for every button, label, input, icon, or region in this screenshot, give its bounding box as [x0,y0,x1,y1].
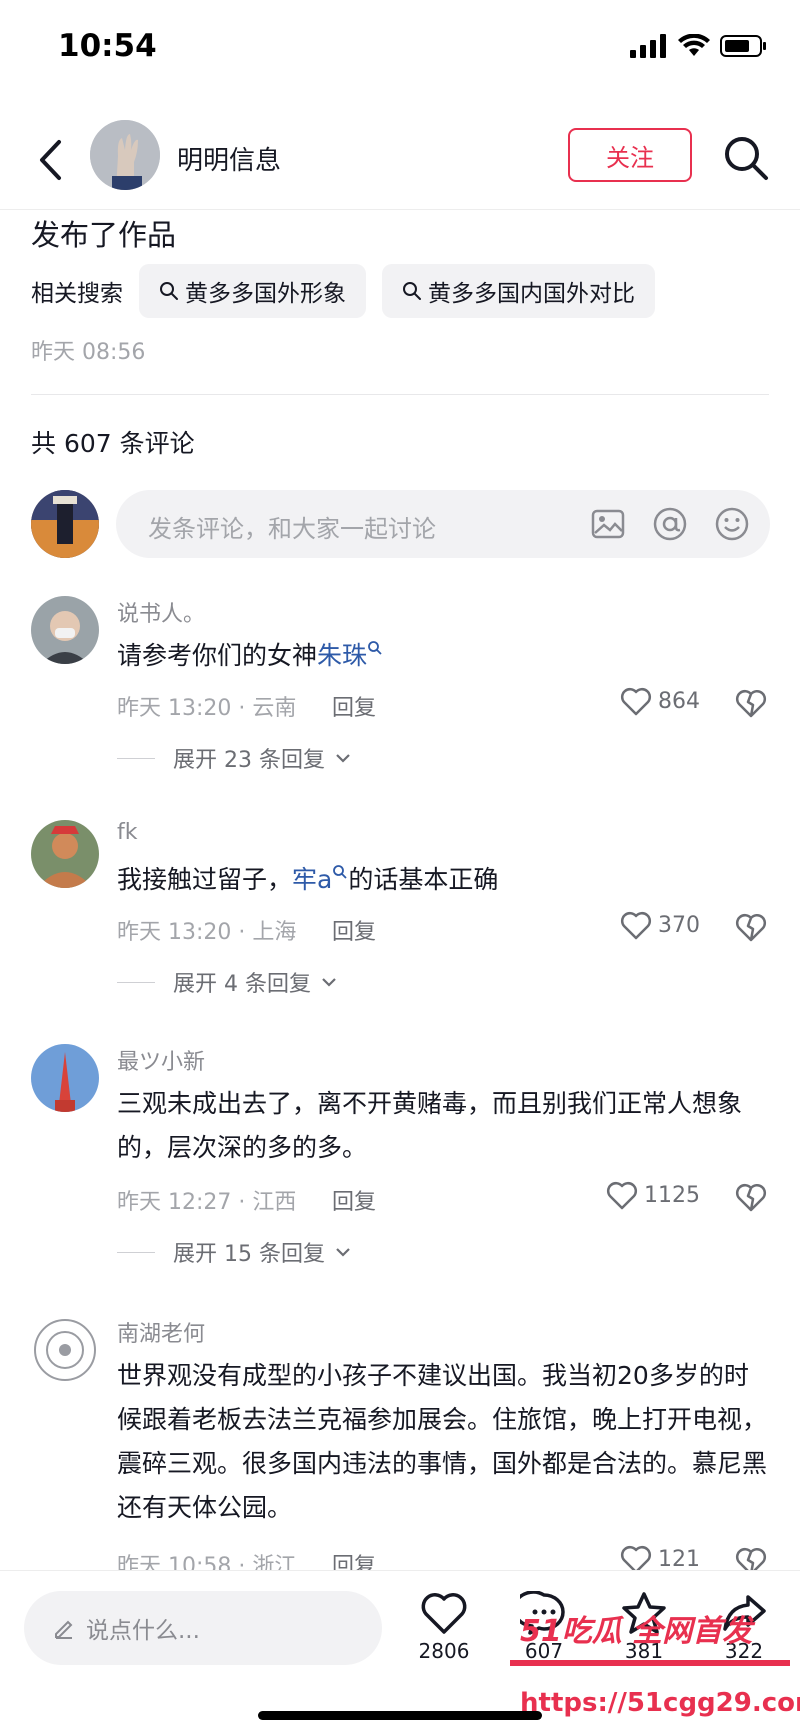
broken-heart-icon[interactable] [734,688,768,720]
reply-button[interactable]: 回复 [332,914,376,946]
broken-heart-icon[interactable] [734,912,768,944]
comment-input-placeholder: 发条评论，和大家一起讨论 [148,515,436,543]
comment-item: fk 我接触过留子，牢a 的话基本正确 昨天 13:20 · 上海 回复 370 … [0,820,800,1020]
comment-meta: 昨天 13:20 · 云南 [117,696,297,721]
pencil-icon [55,1620,73,1639]
commenter-avatar[interactable] [31,1044,99,1112]
like-count: 2806 [418,1639,470,1663]
related-search-chip[interactable]: 黄多多国外形象 [139,264,366,318]
emoji-icon[interactable] [712,504,752,544]
divider [31,394,769,395]
post-text: 发布了作品 [31,218,177,252]
comment-count: 共 607 条评论 [31,429,195,458]
broken-heart-icon[interactable] [734,1546,768,1570]
like-button[interactable]: 2806 [404,1591,484,1663]
say-something-placeholder: 说点什么... [86,1618,200,1644]
search-icon[interactable] [722,134,770,182]
comment-text: 请参考你们的女神朱珠 [117,634,767,678]
watermark-brand: 51吃瓜 全网首发 [520,1614,753,1649]
heart-icon [620,911,652,940]
comment-like-count: 370 [658,912,700,938]
comment-meta: 昨天 12:27 · 江西 [117,1190,297,1215]
expand-replies[interactable]: 展开 15 条回复 [117,1236,351,1268]
author-avatar[interactable] [90,120,160,190]
header: 明明信息 关注 [0,110,800,210]
comment-input[interactable]: 发条评论，和大家一起讨论 [116,490,770,558]
search-icon [403,282,421,300]
comment-search-link[interactable]: 牢a [292,865,332,894]
expand-replies-label: 展开 4 条回复 [173,972,311,997]
heart-icon [606,1181,638,1210]
expand-replies[interactable]: 展开 4 条回复 [117,966,337,998]
commenter-name[interactable]: 说书人。 [117,596,205,628]
say-something-input[interactable]: 说点什么... [24,1591,382,1665]
comment-item: 南湖老何 世界观没有成型的小孩子不建议出国。我当初20多岁的时候跟着老板去法兰克… [0,1316,800,1570]
status-time: 10:54 [58,28,157,64]
author-name[interactable]: 明明信息 [177,140,281,177]
reply-button[interactable]: 回复 [332,1184,376,1216]
comment-like-button[interactable]: 370 [620,910,700,940]
broken-heart-icon[interactable] [734,1182,768,1214]
commenter-name[interactable]: 南湖老何 [117,1316,205,1348]
heart-icon [421,1593,467,1634]
related-search-text: 黄多多国外形象 [185,281,346,307]
watermark-stripe [510,1660,790,1666]
image-icon[interactable] [588,504,628,544]
mention-icon[interactable] [650,504,690,544]
search-icon [368,641,382,655]
comment-like-count: 864 [658,688,700,714]
status-icons [630,34,768,58]
comment-text: 我接触过留子，牢a 的话基本正确 [117,865,499,894]
comment-like-button[interactable]: 121 [620,1544,700,1570]
comment-search-link[interactable]: 朱珠 [317,641,367,670]
commenter-avatar[interactable] [31,596,99,664]
expand-replies-label: 展开 23 条回复 [173,748,325,773]
battery-icon [720,35,766,57]
comment-like-button[interactable]: 1125 [606,1180,700,1210]
expand-replies-label: 展开 15 条回复 [173,1242,325,1267]
comment-like-count: 121 [658,1546,700,1571]
status-bar: 10:54 [0,0,800,100]
back-icon[interactable] [30,134,70,186]
comment-like-button[interactable]: 864 [620,686,700,716]
comment-meta: 昨天 10:58 · 浙江 [117,1554,297,1570]
search-icon [333,865,347,879]
commenter-name[interactable]: 最ツ小新 [117,1044,205,1076]
home-indicator [258,1711,542,1720]
follow-button[interactable]: 关注 [568,128,692,182]
heart-icon [620,687,652,716]
chevron-down-icon [336,754,350,763]
expand-replies[interactable]: 展开 23 条回复 [117,742,351,774]
commenter-name[interactable]: fk [117,820,138,845]
related-search-text: 黄多多国内国外对比 [428,281,635,307]
cellular-signal-icon [630,34,666,58]
comment-item: 最ツ小新 三观未成出去了，离不开黄赌毒，而且别我们正常人想象的，层次深的多的多。… [0,1044,800,1284]
related-search-label: 相关搜索 [31,281,123,307]
my-avatar [31,490,99,558]
chevron-down-icon [322,978,336,987]
commenter-avatar[interactable] [31,1316,99,1384]
comment-meta: 昨天 13:20 · 上海 [117,920,297,945]
reply-button[interactable]: 回复 [332,690,376,722]
commenter-avatar[interactable] [31,820,99,888]
comment-text: 世界观没有成型的小孩子不建议出国。我当初20多岁的时候跟着老板去法兰克福参加展会… [117,1361,768,1522]
search-icon [160,282,178,300]
watermark-url: https://51cgg29.com [520,1688,800,1718]
related-search-chip[interactable]: 黄多多国内国外对比 [382,264,655,318]
related-searches: 相关搜索 黄多多国外形象 黄多多国内国外对比 [31,264,671,318]
reply-button[interactable]: 回复 [332,1548,376,1570]
wifi-icon [678,34,710,56]
comment-text: 三观未成出去了，离不开黄赌毒，而且别我们正常人想象的，层次深的多的多。 [117,1089,743,1162]
comment-like-count: 1125 [644,1182,700,1208]
post-time: 昨天 08:56 [31,340,146,365]
heart-icon [620,1545,652,1570]
chevron-down-icon [336,1248,350,1257]
comment-item: 说书人。 请参考你们的女神朱珠 昨天 13:20 · 云南 回复 864 展开 … [0,596,800,796]
